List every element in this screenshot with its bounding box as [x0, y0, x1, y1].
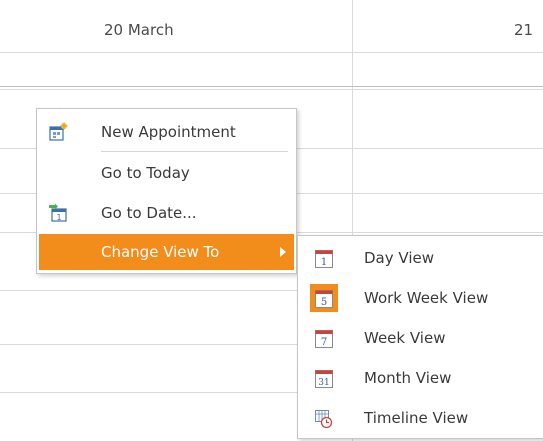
day-view-icon: 1: [314, 249, 334, 269]
grid-line: [0, 89, 543, 90]
menu-item-label: Month View: [364, 369, 452, 387]
menu-item-label: Change View To: [101, 243, 220, 261]
month-view-icon-number: 31: [318, 378, 329, 388]
svg-text:1: 1: [56, 213, 61, 222]
submenu-arrow-icon: [280, 247, 286, 257]
menu-item-work-week-view[interactable]: 5 Work Week View: [300, 280, 541, 316]
timeline-view-icon: [314, 409, 334, 429]
menu-item-timeline-view[interactable]: Timeline View: [300, 400, 541, 436]
go-to-date-icon: 1: [48, 203, 68, 223]
menu-item-new-appointment[interactable]: New Appointment: [39, 114, 294, 150]
menu-item-month-view[interactable]: 31 Month View: [300, 360, 541, 396]
month-view-icon: 31: [314, 369, 334, 389]
day-header-21[interactable]: 21: [353, 0, 543, 52]
menu-item-label: Work Week View: [364, 289, 489, 307]
menu-item-go-to-today[interactable]: Go to Today: [39, 155, 294, 191]
day-header-20-march[interactable]: 20 March: [0, 0, 352, 52]
change-view-submenu: 1 Day View 5 Work Week View 7 Week View: [297, 235, 543, 439]
menu-item-change-view-to[interactable]: Change View To: [39, 234, 294, 270]
menu-item-label: New Appointment: [101, 123, 236, 141]
menu-item-label: Timeline View: [364, 409, 469, 427]
week-view-icon: 7: [314, 329, 334, 349]
new-appointment-icon: [48, 122, 68, 142]
menu-item-go-to-date[interactable]: 1 Go to Date...: [39, 195, 294, 231]
work-week-view-icon: 5: [314, 289, 334, 309]
grid-line: [0, 52, 543, 53]
grid-line: [0, 86, 543, 87]
menu-item-day-view[interactable]: 1 Day View: [300, 240, 541, 276]
menu-item-label: Go to Date...: [101, 204, 197, 222]
menu-item-week-view[interactable]: 7 Week View: [300, 320, 541, 356]
menu-item-label: Day View: [364, 249, 434, 267]
menu-item-label: Go to Today: [101, 164, 190, 182]
scheduler-context-menu: New Appointment Go to Today 1 Go to Date…: [36, 108, 297, 274]
menu-separator: [101, 151, 288, 152]
menu-item-label: Week View: [364, 329, 446, 347]
day-view-icon-number: 1: [321, 257, 327, 268]
week-view-icon-number: 7: [321, 337, 327, 348]
work-week-view-icon-number: 5: [321, 297, 327, 308]
